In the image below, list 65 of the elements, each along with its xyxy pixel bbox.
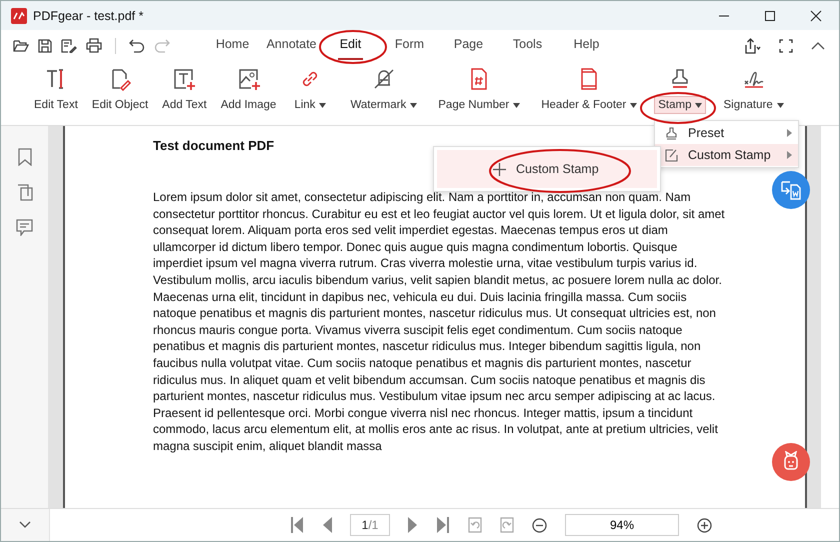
toolbar-tool[interactable]: Stamp xyxy=(651,61,710,114)
toolbar-tool[interactable]: Signature xyxy=(716,61,791,114)
menu-item[interactable]: Preset xyxy=(655,122,798,144)
maximize-icon[interactable] xyxy=(764,10,776,22)
toolbar-tool[interactable]: Edit Text xyxy=(27,61,85,114)
comment-icon[interactable] xyxy=(16,219,33,236)
menu-tab[interactable]: Home xyxy=(214,31,252,60)
tool-label: Edit Object xyxy=(90,98,150,113)
first-page-icon[interactable] xyxy=(290,517,304,533)
toolbar-tool[interactable]: Link xyxy=(287,61,334,114)
tool-label: Add Text xyxy=(161,98,208,113)
tool-label: Signature xyxy=(719,96,788,114)
page-number-field[interactable]: 1/1 xyxy=(350,514,390,536)
menu-tab[interactable]: Help xyxy=(572,31,602,60)
pages-icon[interactable] xyxy=(16,184,32,201)
toolbar-tool[interactable]: Watermark xyxy=(343,61,424,114)
zoom-in-icon[interactable] xyxy=(697,518,712,532)
app-logo-icon xyxy=(11,8,27,24)
menu-tab[interactable]: Form xyxy=(392,31,426,60)
text-plus-icon xyxy=(172,67,196,91)
fullscreen-icon[interactable] xyxy=(779,38,793,52)
image-plus-icon xyxy=(236,67,261,91)
document-title: Test document PDF xyxy=(153,138,276,153)
toolbar-tool[interactable]: Header & Footer xyxy=(534,61,644,114)
bookmark-icon[interactable] xyxy=(18,148,32,166)
zoom-out-icon[interactable] xyxy=(532,518,547,532)
menu-item[interactable]: Custom Stamp xyxy=(655,144,798,166)
stamp-icon xyxy=(665,126,678,140)
print-icon[interactable] xyxy=(86,38,102,53)
last-page-icon[interactable] xyxy=(436,517,450,533)
collapse-ribbon-icon[interactable] xyxy=(811,40,825,50)
tool-label: Edit Text xyxy=(33,98,79,113)
window-title: PDFgear - test.pdf * xyxy=(33,8,144,22)
tool-label: Add Image xyxy=(220,98,278,113)
submenu-arrow-icon xyxy=(787,129,792,137)
toolbar-tool[interactable]: Add Text xyxy=(155,61,214,114)
menu-item[interactable]: Custom Stamp xyxy=(437,150,657,188)
submenu-arrow-icon xyxy=(787,151,792,159)
share-icon[interactable] xyxy=(743,38,761,54)
open-folder-icon[interactable] xyxy=(13,38,29,52)
next-page-icon[interactable] xyxy=(408,517,418,533)
annotation-ellipse xyxy=(318,29,388,65)
document-paragraph: Lorem ipsum dolor sit amet, consectetur adipiscing elit. Nam a porttitor in, accumsan non quam. Nam consectetur porttitor rhoncus. Curabitur eu est et leo feugiat auctor vel quis lorem. Ut et ligula dolor, sit amet consequat lorem. Aliquam porta eros sed velit imperdiet egestas. Maecenas tempus eros ut diam ullamcorper id dictum libero tempor. Donec quis augue quis magna condimentum lobortis. Quisque imperdiet ipsum vel magna viverra rutrum. Cras viverra molestie urna, vitae vestibulum turpis varius id. Vestibulum mollis, arcu iaculis bibendum varius, velit sapien blandit metus, ac posuere lorem nulla ac dolor. Maecenas urna elit, tincidunt in dapibus nec, vehicula eu dui. Duis lacinia fringilla massa. Cum sociis natoque penatibus et magnis dis parturient montes, nascetur ridiculus mus. Ut consequat ultricies est, non rhoncus mauris congue porta. Vivamus viverra suscipit felis eget condimentum. Cum sociis natoque penatibus et magnis dis parturient montes, nascetur ridiculus mus. Integer bibendum sagittis ligula, non faucibus nulla volutpat vitae. Cum sociis natoque penatibus et magnis dis parturient montes, nascetur ridiculus mus. In aliquet quam et velit bibendum accumsan. Cum sociis natoque penatibus et magnis dis parturient montes, nascetur ridiculus mus. Vestibulum vitae ipsum nec arcu semper adipiscing at ac lacus. Praesent id pellentesque orci. Morbi congue viverra nisl nec rhoncus. Integer mattis, ipsum a tincidunt commodo, lacus arcu elementum elit, at mollis eros ante ac risus. In volutpat, ante at pretium ultricies, velit magna suscipit enim, aliquet blandit massa xyxy=(153,189,726,454)
plus-icon xyxy=(493,162,506,176)
zoom-field[interactable]: 94% xyxy=(565,514,679,536)
watermark-icon xyxy=(372,67,396,91)
menu-tab[interactable]: Annotate xyxy=(264,31,319,60)
tool-label: Page Number xyxy=(434,96,524,114)
close-icon[interactable] xyxy=(810,10,822,22)
save-as-icon[interactable] xyxy=(61,38,77,52)
toolbar-tool[interactable]: Edit Object xyxy=(84,61,156,114)
menu-tab[interactable]: Page xyxy=(452,31,486,60)
word-document-icon xyxy=(780,179,802,201)
tool-label: Watermark xyxy=(346,96,422,114)
chevron-down-icon[interactable] xyxy=(19,521,31,529)
save-icon[interactable] xyxy=(38,38,52,52)
toolbar-tool[interactable]: Page Number xyxy=(431,61,528,114)
tool-label: Header & Footer xyxy=(537,96,642,114)
previous-page-icon[interactable] xyxy=(322,517,332,533)
undo-icon[interactable] xyxy=(129,38,145,52)
tool-label: Stamp xyxy=(654,96,706,114)
menu-tab[interactable]: Tools xyxy=(510,31,544,60)
edit-box-icon xyxy=(665,148,678,162)
toolbar-tool[interactable]: Add Image xyxy=(214,61,284,114)
tool-label: Link xyxy=(290,96,330,114)
